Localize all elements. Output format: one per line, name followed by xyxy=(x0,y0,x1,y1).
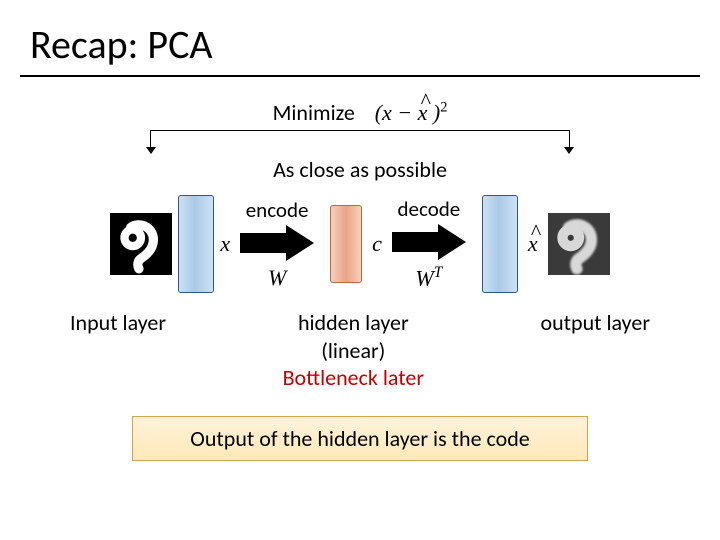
minimize-line: Minimize (x − x )2 xyxy=(0,99,720,126)
encode-arrow-icon xyxy=(240,225,314,261)
input-digit-image xyxy=(110,213,172,275)
wt-sup: T xyxy=(434,264,443,281)
hidden-line2: (linear) xyxy=(283,337,424,365)
decode-arrow-icon xyxy=(392,224,466,260)
encode-label: encode xyxy=(246,197,309,223)
minimize-expr: (x − x )2 xyxy=(375,100,448,125)
w-label: W xyxy=(268,265,286,291)
output-digit-image xyxy=(548,213,610,275)
xhat-label: x xyxy=(528,231,538,257)
input-vector-block xyxy=(178,195,214,293)
layer-labels-row: Input layer hidden layer (linear) Bottle… xyxy=(0,293,720,392)
wt-base: W xyxy=(415,266,433,291)
output-layer-label: output layer xyxy=(541,309,650,336)
code-vector-block xyxy=(330,205,362,283)
expr-left: (x − xyxy=(375,100,418,125)
expr-pow: 2 xyxy=(440,100,447,116)
output-vector-block xyxy=(482,195,518,293)
diagram-row: x encode W c decode WT x xyxy=(0,195,720,293)
expr-xhat: x xyxy=(418,100,428,126)
title-underline xyxy=(20,75,700,77)
as-close-label: As close as possible xyxy=(0,156,720,183)
hidden-layer-label: hidden layer (linear) Bottleneck later xyxy=(283,309,424,392)
c-label: c xyxy=(372,231,382,257)
hidden-line1: hidden layer xyxy=(283,309,424,337)
hidden-line3: Bottleneck later xyxy=(283,364,424,392)
code-highlight-box: Output of the hidden layer is the code xyxy=(132,416,588,461)
x-label: x xyxy=(220,231,230,257)
minimize-label: Minimize xyxy=(273,99,355,126)
decode-label: decode xyxy=(398,196,461,222)
input-layer-label: Input layer xyxy=(70,309,166,336)
slide-title: Recap: PCA xyxy=(0,0,720,75)
wt-label: WT xyxy=(415,264,442,291)
bracket-arrows xyxy=(150,130,570,154)
